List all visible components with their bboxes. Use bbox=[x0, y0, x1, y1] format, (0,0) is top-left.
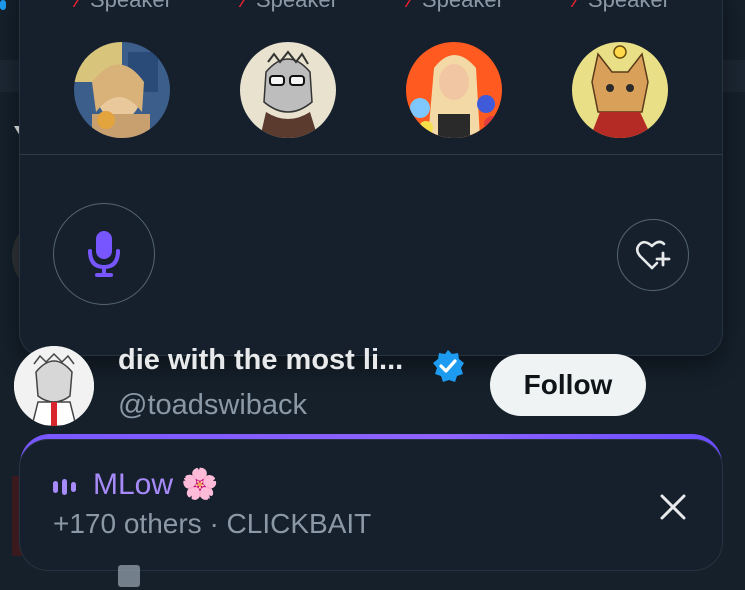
verified-badge-icon bbox=[431, 349, 465, 383]
profile-name[interactable]: die with the most li... bbox=[118, 344, 403, 377]
space-host-title: MLow 🌸 bbox=[93, 468, 219, 501]
sheet-divider bbox=[20, 154, 722, 155]
heart-plus-icon bbox=[635, 240, 671, 270]
speaker-avatar[interactable] bbox=[240, 42, 336, 138]
speaker-role-text: Speaker bbox=[90, 0, 172, 12]
speakers-row: ⁄ Speaker ⁄ Speaker bbox=[20, 0, 722, 155]
speaker-role-text: Speaker bbox=[256, 0, 338, 12]
follow-button[interactable]: Follow bbox=[490, 354, 646, 416]
background-reposted-row bbox=[118, 560, 148, 590]
spaces-sheet: ⁄ Speaker ⁄ Speaker bbox=[20, 0, 722, 355]
muted-icon: ⁄ bbox=[407, 0, 411, 11]
profile-avatar[interactable] bbox=[14, 346, 94, 426]
react-button[interactable] bbox=[617, 219, 689, 291]
microphone-button[interactable] bbox=[53, 203, 155, 305]
space-mini-player[interactable]: MLow 🌸 +170 others · CLICKBAIT bbox=[20, 440, 722, 570]
speaker-role-label: ⁄ Speaker bbox=[70, 0, 172, 13]
background-accent bbox=[0, 0, 6, 10]
close-button[interactable] bbox=[650, 484, 696, 530]
speaker-role-label: ⁄ Speaker bbox=[236, 0, 338, 13]
close-icon bbox=[660, 494, 686, 520]
speaker-role-label: ⁄ Speaker bbox=[402, 0, 504, 13]
speaker-role-label: ⁄ Speaker bbox=[568, 0, 670, 13]
speaker-avatar[interactable] bbox=[572, 42, 668, 138]
speaker-avatar[interactable] bbox=[74, 42, 170, 138]
microphone-icon bbox=[88, 231, 120, 277]
speaker-role-text: Speaker bbox=[588, 0, 670, 12]
speaker-role-text: Speaker bbox=[422, 0, 504, 12]
speaker-avatar[interactable] bbox=[406, 42, 502, 138]
profile-handle[interactable]: @toadswiback bbox=[118, 389, 307, 422]
muted-icon: ⁄ bbox=[75, 0, 79, 11]
live-audio-icon bbox=[53, 479, 81, 495]
muted-icon: ⁄ bbox=[573, 0, 577, 11]
space-subtitle: +170 others · CLICKBAIT bbox=[53, 508, 372, 539]
muted-icon: ⁄ bbox=[241, 0, 245, 11]
